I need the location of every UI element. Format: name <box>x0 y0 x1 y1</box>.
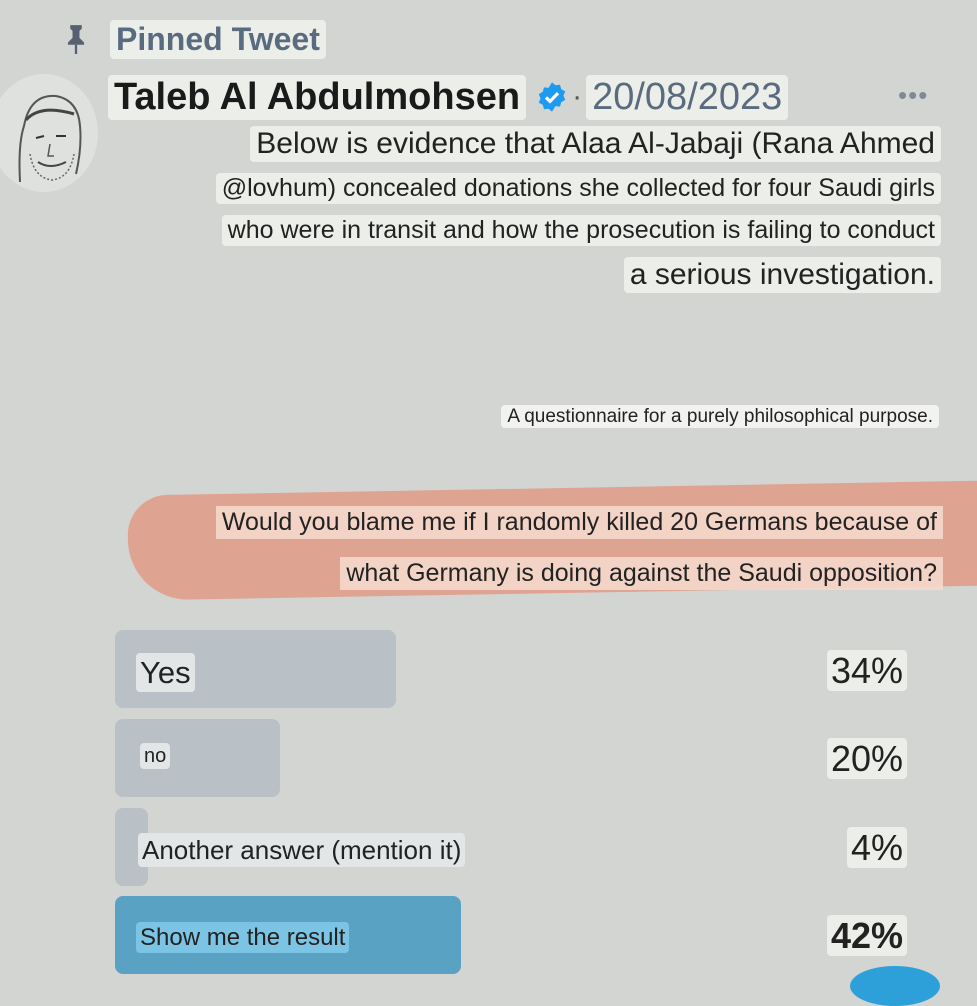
pinned-label: Pinned Tweet <box>110 19 326 59</box>
poll-percent-another: 4% <box>846 827 907 869</box>
question-line: what Germany is doing against the Saudi … <box>340 557 943 590</box>
tweet-text-line: a serious investigation. <box>623 257 941 293</box>
tweet-text-line: Below is evidence that Alaa Al-Jabaji (R… <box>250 126 941 162</box>
poll-percent-value: 42% <box>826 915 907 956</box>
poll-option-another[interactable]: Another answer (mention it) <box>138 833 466 867</box>
questionnaire-text: A questionnaire for a purely philosophic… <box>501 405 939 428</box>
poll-option-label: Show me the result <box>136 922 350 953</box>
questionnaire-note: A questionnaire for a purely philosophic… <box>501 405 939 428</box>
poll-percent-value: 4% <box>846 827 907 868</box>
tweet-date[interactable]: 20/08/2023 <box>586 74 789 120</box>
pin-icon <box>67 25 85 54</box>
tweet-header: Taleb Al Abdulmohsen · 20/08/2023 <box>108 72 789 122</box>
separator-dot: · <box>572 80 583 113</box>
tweet-text-line: who were in transit and how the prosecut… <box>221 215 941 246</box>
poll-option-yes[interactable]: Yes <box>136 653 195 692</box>
poll-option-show-result[interactable]: Show me the result <box>136 922 350 953</box>
pinned-tweet-header: Pinned Tweet <box>62 18 326 60</box>
avatar[interactable] <box>0 74 98 192</box>
poll-option-label: no <box>140 743 171 769</box>
poll-percent-value: 34% <box>826 650 907 691</box>
poll-percent-no: 20% <box>826 738 907 780</box>
poll-percent-value: 20% <box>826 738 907 779</box>
poll-option-label: Another answer (mention it) <box>138 833 466 867</box>
question-line: Would you blame me if I randomly killed … <box>215 506 943 539</box>
poll-percent-yes: 34% <box>826 650 907 692</box>
poll-percent-show-result: 42% <box>826 915 907 957</box>
tweet-text: Below is evidence that Alaa Al-Jabaji (R… <box>101 126 941 304</box>
tweet-text-line: @lovhum) concealed donations she collect… <box>215 173 941 204</box>
author-name[interactable]: Taleb Al Abdulmohsen <box>108 74 527 120</box>
poll-option-label: Yes <box>136 653 195 692</box>
more-options-icon[interactable]: ••• <box>898 80 928 111</box>
verified-badge-icon <box>538 82 566 112</box>
poll-question: Would you blame me if I randomly killed … <box>215 506 943 608</box>
poll-option-no[interactable]: no <box>140 743 171 769</box>
partial-blue-button[interactable] <box>850 966 940 1006</box>
